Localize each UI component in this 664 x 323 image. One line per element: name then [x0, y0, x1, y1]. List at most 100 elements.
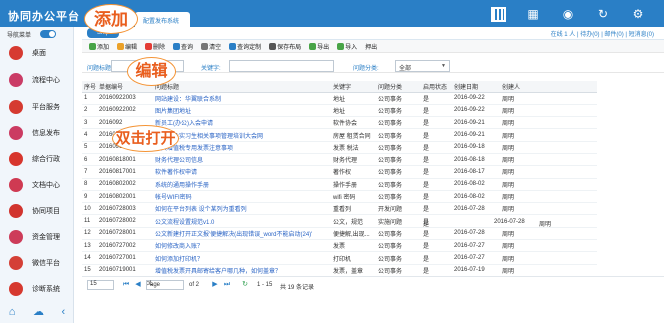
settings-icon[interactable]: ⚙ — [628, 4, 648, 24]
sidebar-item-documents[interactable]: 文档中心 — [0, 174, 74, 196]
table-title-link[interactable]: 公文流程设置规范v1.0 — [153, 214, 331, 228]
column-header-number[interactable]: 序号 — [82, 81, 97, 93]
last-page-button[interactable]: ⏭ — [222, 280, 232, 290]
save-layout-label: 保存布局 — [277, 44, 302, 51]
cloud-icon[interactable]: ☁ — [33, 305, 44, 318]
table-cell: 公司事务 — [376, 104, 421, 118]
column-header-created-date[interactable]: 创建日期 — [452, 81, 500, 93]
record-total: 共 19 条记录 — [280, 285, 315, 291]
table-cell — [452, 214, 500, 228]
previous-page-button[interactable]: ◀ — [133, 280, 143, 290]
sidebar-item-label: 协同项目 — [32, 208, 60, 215]
table-title-link[interactable]: 如何修改商入账？ — [153, 239, 331, 253]
table-title-link[interactable]: 公文新建打开正文报'便捷解决(出现错误_word不能启动(24)' — [153, 227, 331, 241]
header-actions: ▦ ◉ ↻ ⚙ — [488, 4, 648, 24]
table-title-link[interactable]: 如何添加打印机？ — [153, 251, 331, 265]
grid-icon[interactable]: ▦ — [523, 4, 543, 24]
table-cell: 是 — [421, 227, 452, 241]
table-title-link[interactable]: 软件著作权申请 — [153, 165, 331, 179]
table-cell: 周明 — [500, 141, 597, 154]
table-cell: 7 — [82, 165, 97, 179]
push-button[interactable]: 押出 — [363, 41, 379, 51]
category-filter-select[interactable]: 全部 — [395, 60, 450, 72]
sidebar-item-wechat[interactable]: 微信平台 — [0, 252, 74, 274]
table-row[interactable]: 1 20160922003 网站建设：华翼联合系制 地址 公司事务是 2016-09-22… — [82, 92, 597, 105]
page-size-select[interactable]: 15 — [87, 280, 114, 290]
table-row[interactable]: 10 20160728003 如何在平台列表 设个某列为重看列 重看列 开发问题是 201… — [82, 202, 597, 216]
app-title: 协同办公平台 — [8, 11, 80, 23]
table-row[interactable]: 12 20160728001 公文新建打开正文报'便捷解决(出现错误_word不能启… — [82, 227, 597, 241]
export-label: 导出 — [317, 44, 330, 51]
column-header-enabled[interactable]: 启用状态 — [421, 81, 452, 93]
user-icon[interactable]: ◉ — [558, 4, 578, 24]
table-cell: 是 — [421, 104, 452, 118]
table-row[interactable]: 8 20160802002 系统的通用操作手册 操作手册 公司事务是 2016-08-02… — [82, 178, 597, 191]
table-title-link[interactable]: 财务代理公司信息 — [153, 153, 331, 167]
add-button[interactable]: 添加 — [87, 41, 111, 51]
table-title-link[interactable]: 开具增值税专用发票注意事项 — [153, 141, 331, 154]
next-page-button[interactable]: ▶ — [210, 280, 220, 290]
export-button[interactable]: 导出 — [307, 41, 331, 51]
refresh-page-icon[interactable]: ↻ — [240, 280, 250, 290]
column-header-keyword[interactable]: 关键字 — [331, 81, 376, 93]
table-cell: 开发问题 — [376, 202, 421, 216]
refresh-icon[interactable]: ↻ — [593, 4, 613, 24]
table-cell: 2016-07-28 — [452, 227, 500, 241]
keyword-filter-input[interactable] — [229, 60, 334, 72]
table-row[interactable]: 9 20160802001 帐号WIFI密码 wifi 密码 公司事务是 2016-08-… — [82, 190, 597, 204]
table-row[interactable]: 7 20160817001 软件著作权申请 著作权 公司事务是 2016-08-17 周明 — [82, 165, 597, 179]
edit-icon — [117, 42, 125, 50]
qr-code-icon[interactable] — [488, 4, 508, 24]
table-cell: 12 — [82, 227, 97, 241]
page-number-input[interactable]: 1 — [146, 280, 184, 290]
table-row[interactable]: 2 20160922002 图片集团地址 地址 公司事务是 2016-09-22 周明 — [82, 104, 597, 118]
table-title-link[interactable]: 系统的通用操作手册 — [153, 178, 331, 191]
table-cell: 是 — [421, 116, 452, 130]
table-cell: 是 — [421, 128, 452, 142]
table-row[interactable]: 13 20160727002 如何修改商入账？ 发票 公司事务是 2016-07-27 周明 — [82, 239, 597, 253]
sidebar-item-diagnosis[interactable]: 诊断系统 — [0, 278, 74, 300]
sidebar-item-admin[interactable]: 综合行政 — [0, 148, 74, 170]
sidebar-item-finance[interactable]: 资金管理 — [0, 226, 74, 248]
table-title-link[interactable]: 增值税发票开具邮寄给客户哪几种，如何盖章？ — [153, 264, 331, 277]
table-cell: 6 — [82, 153, 97, 167]
table-title-link[interactable]: 帐号WIFI密码 — [153, 190, 331, 204]
table-title-link[interactable]: 新员工及实习生相关事项管理培训大会网 — [153, 128, 331, 142]
table-row[interactable]: 14 20160727001 如何添加打印机？ 打印机 公司事务是 2016-07-27 周… — [82, 251, 597, 265]
table-cell: 打印机 — [331, 251, 376, 265]
sidebar-item-process[interactable]: 流程中心 — [0, 69, 74, 91]
import-icon — [337, 42, 345, 50]
first-page-button[interactable]: ⏮ — [121, 280, 131, 290]
custom-query-button[interactable]: 查询定制 — [227, 41, 263, 51]
table-title-link[interactable]: 新员工(办公)入会申请 — [153, 116, 331, 130]
column-header-title[interactable]: 问题标题 — [153, 81, 331, 93]
table-row[interactable]: 15 20160719001 增值税发票开具邮寄给客户哪几种，如何盖章？ 发票，盖章公… — [82, 264, 597, 277]
sidebar-item-projects[interactable]: 协同项目 — [0, 200, 74, 222]
table-title-link[interactable]: 网站建设：华翼联合系制 — [153, 92, 331, 105]
edit-button[interactable]: 编辑 — [115, 41, 139, 51]
active-tab[interactable]: 配置发布系统 — [135, 12, 190, 27]
column-header-category[interactable]: 问题分类 — [376, 81, 421, 93]
search-button[interactable]: 查询 — [171, 41, 195, 51]
sidebar-item-label: 诊断系统 — [32, 286, 60, 293]
table-cell: 是 — [421, 264, 452, 277]
save-layout-button[interactable]: 保存布局 — [267, 41, 303, 51]
home-icon[interactable]: ⌂ — [9, 306, 16, 318]
sidebar-item-desktop[interactable]: 桌面 — [0, 42, 74, 64]
table-title-link[interactable]: 图片集团地址 — [153, 104, 331, 118]
table-title-link[interactable]: 如何在平台列表 设个某列为重看列 — [153, 202, 331, 216]
collapse-icon[interactable]: ‹ — [62, 306, 66, 318]
table-row[interactable]: 6 20160818001 财务代理公司信息 财务代理 公司事务是 2016-08-18 周… — [82, 153, 597, 167]
table-cell: 20160727002 — [97, 239, 153, 253]
delete-button[interactable]: 删除 — [143, 41, 167, 51]
table-cell: 是 — [421, 141, 452, 154]
table-cell: 周明 — [500, 227, 597, 241]
table-cell: 是 — [421, 202, 452, 216]
status-links[interactable]: 在线 1 人 | 待办(0) | 邮件(0) | 短消息(0) — [551, 29, 654, 38]
sidebar-item-publish[interactable]: 信息发布 — [0, 122, 74, 144]
clear-button[interactable]: 清空 — [199, 41, 223, 51]
import-button[interactable]: 导入 — [335, 41, 359, 51]
sidebar-item-platform[interactable]: 平台服务 — [0, 96, 74, 118]
column-header-creator[interactable]: 创建人 — [500, 81, 597, 93]
nav-menu-toggle[interactable] — [40, 30, 56, 38]
